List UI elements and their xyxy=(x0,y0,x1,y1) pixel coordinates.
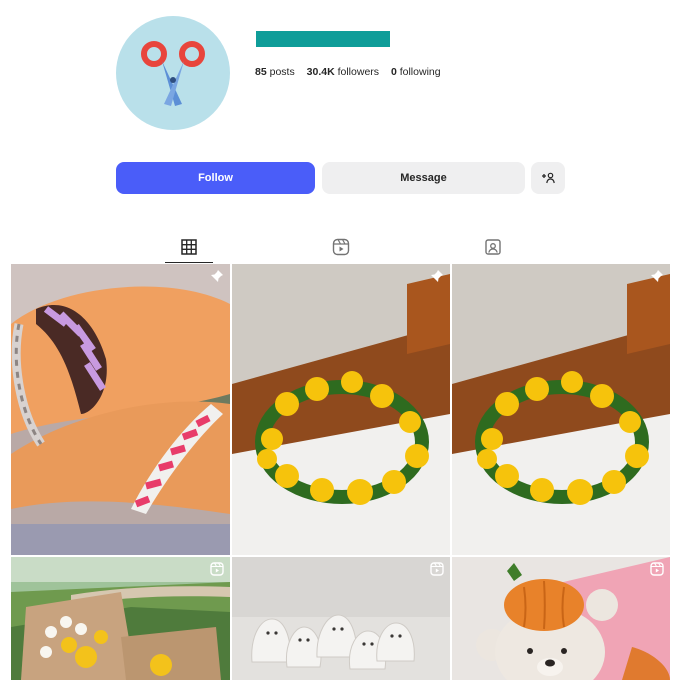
post-tile-pumpkin-bear[interactable] xyxy=(452,557,670,680)
pin-icon xyxy=(431,270,443,282)
post-image xyxy=(452,557,670,680)
profile-stats: 85 posts 30.4K followers 0 following xyxy=(255,66,450,78)
post-tile-bracelets[interactable] xyxy=(11,264,230,555)
grid-icon xyxy=(181,239,197,255)
reel-icon xyxy=(650,562,664,576)
reels-icon xyxy=(332,238,350,256)
post-image xyxy=(232,557,450,680)
active-tab-indicator xyxy=(165,262,213,263)
username-redacted-bar xyxy=(256,31,390,47)
post-image xyxy=(452,264,670,555)
followers-stat[interactable]: 30.4K followers xyxy=(307,66,379,78)
post-tile-dandelion-crown[interactable] xyxy=(232,264,450,555)
suggested-users-button[interactable] xyxy=(531,162,565,194)
reel-icon xyxy=(430,562,444,576)
tab-posts[interactable] xyxy=(177,236,201,258)
scissors-icon xyxy=(141,41,205,106)
post-tile-dandelion-crown-2[interactable] xyxy=(452,264,670,555)
post-image xyxy=(11,557,230,680)
post-tile-clay-ghosts[interactable] xyxy=(232,557,450,680)
message-button[interactable]: Message xyxy=(322,162,525,194)
tab-tagged[interactable] xyxy=(481,236,505,258)
following-stat[interactable]: 0 following xyxy=(391,66,441,78)
reel-icon xyxy=(210,562,224,576)
posts-stat[interactable]: 85 posts xyxy=(255,66,295,78)
tagged-icon xyxy=(485,239,501,255)
pin-icon xyxy=(211,270,223,282)
pin-icon xyxy=(651,270,663,282)
post-tile-flower-bouquet[interactable] xyxy=(11,557,230,680)
add-person-icon xyxy=(542,172,555,184)
post-image xyxy=(11,264,230,555)
follow-button[interactable]: Follow xyxy=(116,162,315,194)
post-image xyxy=(232,264,450,555)
profile-avatar[interactable] xyxy=(116,16,230,130)
tab-reels[interactable] xyxy=(329,236,353,258)
